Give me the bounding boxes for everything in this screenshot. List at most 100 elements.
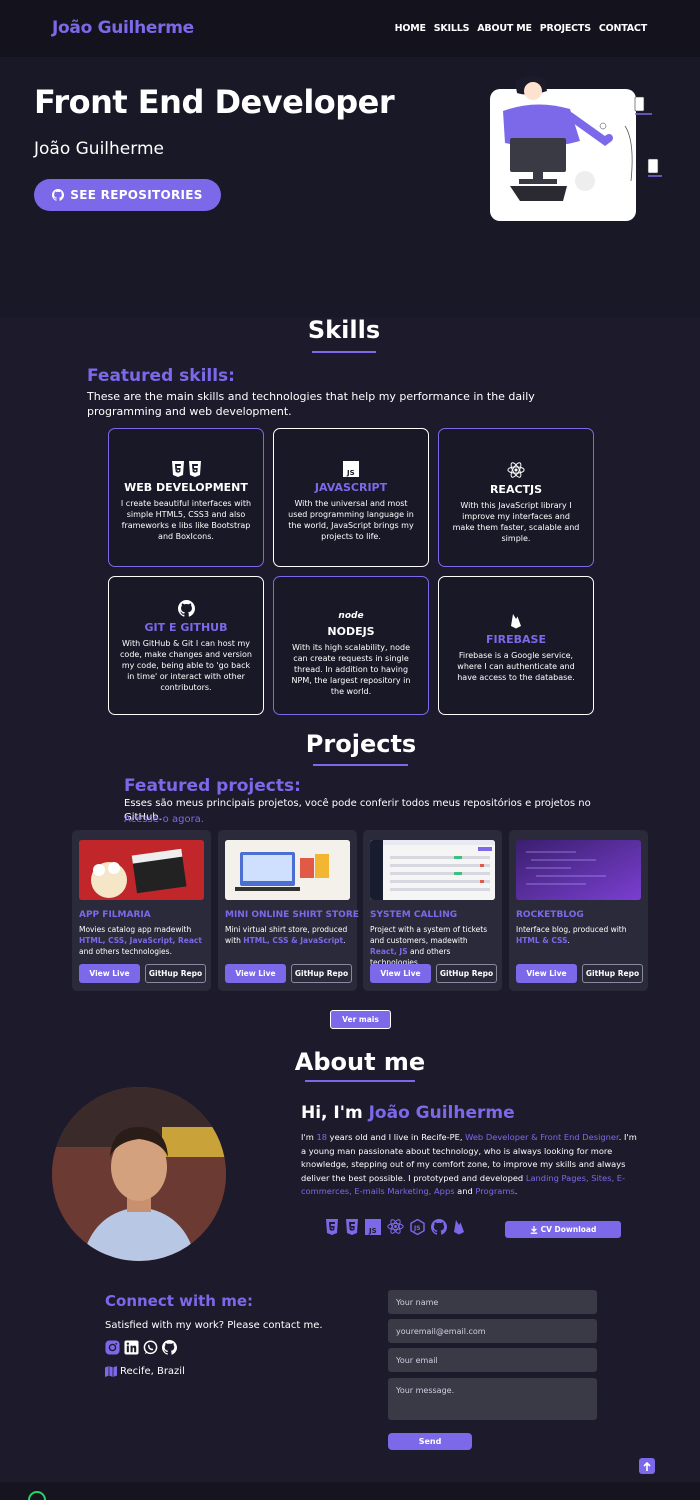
github-icon [52, 189, 65, 201]
project-card-filmaria: APP FILMARIA Movies catalog app madewith… [72, 830, 211, 991]
about-skill-icons: JS JS [325, 1218, 465, 1235]
skill-text: With this JavaScript library I improve m… [452, 501, 580, 543]
download-icon [530, 1225, 537, 1234]
skill-text: With the universal and most used program… [288, 499, 414, 541]
skill-card-firebase: FIREBASE Firebase is a Google service, w… [438, 576, 594, 715]
project-card-shirt-store: MINI ONLINE SHIRT STORE Mini virtual shi… [218, 830, 359, 991]
project-thumbnail [370, 840, 495, 900]
cv-download-label: CV Download [540, 1225, 597, 1234]
skill-title: REACTJS [489, 483, 543, 496]
skill-title: NODEJS [327, 625, 375, 638]
see-more-button[interactable]: Ver mais [330, 1010, 391, 1029]
skills-description: These are the main skills and technologi… [87, 390, 535, 418]
site-header: João Guilherme HOME SKILLS ABOUT ME PROJ… [0, 0, 700, 57]
project-card-system-calling: SYSTEM CALLING Project with a system of … [363, 830, 502, 991]
whatsapp-float-icon[interactable] [28, 1491, 46, 1500]
firebase-icon [511, 614, 521, 629]
view-live-button[interactable]: View Live [370, 964, 431, 983]
site-logo[interactable]: João Guilherme [52, 18, 194, 38]
react-icon [507, 462, 525, 478]
skill-card-reactjs: REACTJS With this JavaScript library I i… [438, 428, 594, 567]
skill-card-web-development: WEB DEVELOPMENT I create beautiful inter… [108, 428, 264, 567]
contact-text: Satisfied with my work? Please contact m… [105, 1320, 323, 1331]
project-thumbnail [225, 840, 350, 900]
skill-card-git-github: GIT E GITHUB With GitHub & Git I can hos… [108, 576, 264, 715]
svg-text:JS: JS [368, 1227, 377, 1235]
svg-text:JS: JS [413, 1225, 421, 1232]
skill-title: FIREBASE [486, 633, 546, 646]
view-live-button[interactable]: View Live [225, 964, 286, 983]
about-title-underline [305, 1080, 415, 1082]
skill-title: GIT E GITHUB [144, 621, 228, 634]
nav-about[interactable]: ABOUT ME [477, 23, 532, 34]
main-nav: HOME SKILLS ABOUT ME PROJECTS CONTACT [395, 23, 648, 34]
javascript-icon: JS [365, 1218, 381, 1235]
see-repositories-button[interactable]: SEE REPOSITORIES [34, 179, 221, 211]
github-repo-button[interactable]: GitHup Repo [582, 964, 643, 983]
css3-icon [346, 1218, 358, 1235]
view-live-button[interactable]: View Live [516, 964, 577, 983]
nav-projects[interactable]: PROJECTS [540, 23, 591, 34]
send-button[interactable]: Send [388, 1433, 472, 1450]
email-input[interactable] [388, 1319, 597, 1343]
message-textarea[interactable] [388, 1378, 597, 1420]
whatsapp-icon[interactable] [143, 1340, 158, 1355]
nodejs-icon: node [338, 611, 364, 621]
nodejs-icon: JS [410, 1218, 425, 1235]
skill-text: Firebase is a Google service, where I ca… [457, 651, 575, 682]
hero-subtitle: João Guilherme [34, 139, 164, 159]
skills-title-underline [312, 351, 376, 353]
nav-contact[interactable]: CONTACT [599, 23, 647, 34]
contact-heading: Connect with me: [105, 1292, 254, 1310]
projects-title: Projects [305, 730, 417, 758]
html5-icon [326, 1218, 338, 1235]
github-repo-button[interactable]: GitHup Repo [436, 964, 497, 983]
about-text: I'm 18 years old and I live in Recife-PE… [301, 1132, 637, 1196]
about-name: João Guilherme [368, 1103, 515, 1123]
hero-section: Front End Developer João Guilherme SEE R… [0, 57, 700, 317]
page-footer [0, 1482, 700, 1500]
project-title: SYSTEM CALLING [370, 910, 458, 920]
see-repositories-label: SEE REPOSITORIES [70, 188, 203, 202]
email-confirm-input[interactable] [388, 1348, 597, 1372]
skill-title: WEB DEVELOPMENT [124, 481, 248, 494]
nav-skills[interactable]: SKILLS [434, 23, 470, 34]
location: Recife, Brazil [105, 1366, 185, 1377]
github-icon [177, 600, 195, 617]
github-link[interactable]: Acesse-o agora. [124, 812, 204, 827]
skill-text: I create beautiful interfaces with simpl… [120, 499, 252, 541]
map-icon [105, 1366, 117, 1377]
github-repo-button[interactable]: GitHup Repo [291, 964, 352, 983]
featured-skills-heading: Featured skills: [87, 366, 235, 386]
javascript-icon: JS [343, 461, 359, 477]
linkedin-icon[interactable] [124, 1340, 139, 1355]
name-input[interactable] [388, 1290, 597, 1314]
instagram-icon[interactable] [105, 1340, 120, 1355]
github-icon [431, 1218, 447, 1235]
skill-card-nodejs: node NODEJS With its high scalability, n… [273, 576, 429, 715]
project-text: Project with a system of tickets and cus… [370, 925, 488, 967]
projects-title-underline [313, 764, 408, 766]
skill-text: With its high scalability, node can crea… [291, 643, 411, 696]
project-title: MINI ONLINE SHIRT STORE [225, 910, 359, 920]
back-to-top-button[interactable] [639, 1458, 655, 1474]
project-text: Movies catalog app madewith HTML, CSS, J… [79, 925, 202, 956]
nav-home[interactable]: HOME [395, 23, 426, 34]
firebase-icon [454, 1219, 464, 1234]
featured-projects-heading: Featured projects: [124, 776, 301, 796]
svg-text:JS: JS [346, 469, 355, 477]
project-thumbnail [79, 840, 204, 900]
view-live-button[interactable]: View Live [79, 964, 140, 983]
github-repo-button[interactable]: GitHup Repo [145, 964, 206, 983]
cv-download-button[interactable]: CV Download [505, 1221, 621, 1238]
react-icon [387, 1219, 404, 1234]
social-links [105, 1340, 177, 1355]
location-text: Recife, Brazil [120, 1366, 185, 1377]
github-icon[interactable] [162, 1340, 177, 1355]
html5-icon [171, 461, 184, 477]
project-thumbnail [516, 840, 641, 900]
project-card-rocketblog: ROCKETBLOG Interface blog, produced with… [509, 830, 648, 991]
project-text: Mini virtual shirt store, produced with … [225, 925, 348, 945]
about-greeting: Hi, I'm João Guilherme [301, 1103, 515, 1123]
skill-title: JAVASCRIPT [314, 481, 388, 494]
